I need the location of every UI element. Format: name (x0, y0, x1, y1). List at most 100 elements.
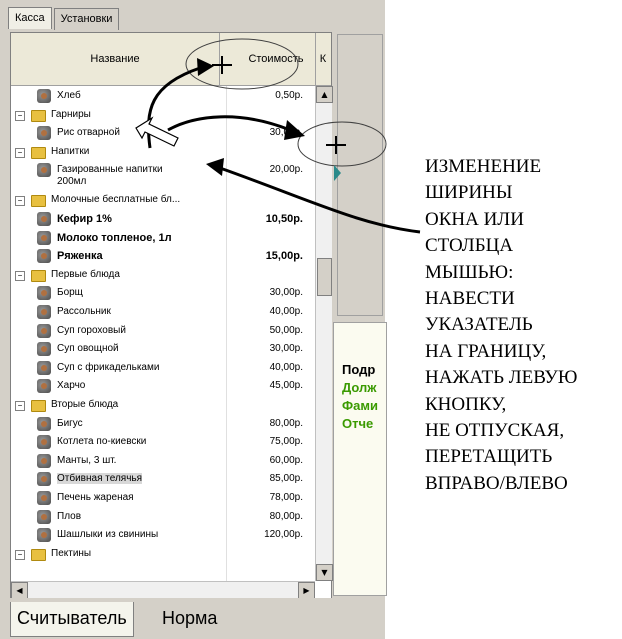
item-label: Шашлыки из свинины (57, 529, 159, 541)
folder-icon (31, 269, 46, 282)
tree-item-row[interactable]: Рис отварной 30,00р. (11, 125, 315, 144)
dish-icon (37, 379, 51, 394)
tab-kassa[interactable]: Касса (8, 7, 52, 29)
collapse-toggle-icon[interactable]: − (15, 110, 25, 121)
top-tabs: Касса Установки (8, 7, 121, 30)
note-line: ОКНА ИЛИ (425, 208, 524, 230)
tab-norm[interactable]: Норма (156, 602, 223, 636)
grid-header: Название Стоимость К (11, 33, 331, 86)
dish-icon (37, 212, 51, 226)
note-line: НЕ ОТПУСКАЯ, (425, 420, 565, 442)
item-label-second-line: 200мл (57, 176, 87, 188)
tree-item-row[interactable]: Манты, 3 шт. 60,00р. (11, 453, 315, 472)
column-header-third[interactable]: К (315, 33, 331, 85)
group-label: Первые блюда (51, 268, 120, 280)
menu-grid-panel: Название Стоимость К Хлеб 0,50р. − Гарниры Р… (10, 32, 333, 599)
tree-item-row[interactable]: Суп овощной 30,00р. (11, 341, 315, 360)
dish-icon (37, 453, 51, 468)
dish-icon (37, 416, 51, 431)
item-price: 120,00р. (264, 529, 303, 541)
column-separator[interactable] (226, 86, 227, 581)
item-label: Печень жареная (57, 492, 134, 503)
tree-item-row[interactable]: Кефир 1% 10,50р. (11, 211, 315, 230)
horizontal-scrollbar[interactable]: ◀ ▶ (11, 581, 315, 599)
item-label: Рассольник (57, 306, 111, 317)
item-price: 30,00р. (269, 343, 303, 355)
dish-icon (37, 360, 51, 375)
right-panel: Подр Долж Фами Отче (333, 32, 387, 597)
item-label: Молоко топленое, 1л (57, 231, 172, 244)
dish-icon (37, 491, 51, 505)
item-price: 30,00р. (269, 127, 303, 139)
note-line: ИЗМЕНЕНИЕ (425, 156, 542, 177)
item-label: Суп овощной (57, 343, 119, 355)
tree-group-row[interactable]: − Напитки (11, 144, 315, 163)
note-line: НА ГРАНИЦУ, (425, 340, 547, 362)
scroll-right-button[interactable]: ▶ (298, 582, 315, 599)
item-label: Котлета по-киевски (57, 436, 147, 448)
tree-item-row[interactable]: Шашлыки из свинины 120,00р. (11, 527, 315, 546)
note-line: ШИРИНЫ (425, 182, 513, 204)
item-label: Кефир 1% (57, 213, 112, 225)
tree-item-row[interactable]: Газированные напитки 200мл 20,00р. (11, 162, 315, 192)
item-label: Отбивная телячья (57, 473, 143, 485)
instruction-note: ИЗМЕНЕНИЕ ШИРИНЫ ОКНА ИЛИ СТОЛБЦА МЫШЬЮ:… (425, 154, 622, 497)
tree-group-row[interactable]: − Молочные бесплатные бл... (11, 192, 315, 211)
tree-item-row[interactable]: Ряженка 15,00р. (11, 248, 315, 267)
dish-icon (37, 249, 51, 264)
tree-group-row[interactable]: − Первые блюда (11, 267, 315, 286)
dish-icon (37, 342, 51, 357)
column-header-name[interactable]: Название (11, 33, 220, 85)
item-price: 75,00р. (269, 436, 303, 448)
item-label: Хлеб (57, 90, 81, 101)
note-line: МЫШЬЮ: (425, 261, 514, 283)
menu-tree: Хлеб 0,50р. − Гарниры Рис отварной 30,00р. − На… (11, 86, 315, 581)
tree-item-row[interactable]: Плов 80,00р. (11, 509, 315, 528)
tree-item-row[interactable]: Молоко топленое, 1л (11, 230, 315, 249)
scroll-left-button[interactable]: ◀ (11, 582, 28, 599)
tree-item-row[interactable]: Суп с фрикадельками 40,00р. (11, 360, 315, 379)
tree-item-row[interactable]: Хлеб 0,50р. (11, 88, 315, 107)
item-price: 0,50р. (275, 90, 303, 101)
tree-item-row[interactable]: Бигус 80,00р. (11, 416, 315, 435)
tree-item-row[interactable]: Рассольник 40,00р. (11, 304, 315, 323)
tree-item-row[interactable]: Котлета по-киевски 75,00р. (11, 434, 315, 453)
collapse-toggle-icon[interactable]: − (15, 196, 25, 207)
note-line: СТОЛБЦА (425, 235, 514, 257)
tree-item-row[interactable]: Харчо 45,00р. (11, 378, 315, 397)
collapse-toggle-icon[interactable]: − (15, 147, 25, 158)
tree-group-row[interactable]: − Пектины (11, 546, 315, 565)
tree-item-row[interactable]: Отбивная телячья 85,00р. (11, 471, 315, 490)
note-line: УКАЗАТЕЛЬ (425, 314, 533, 336)
item-label: Борщ (57, 287, 83, 299)
collapse-toggle-icon[interactable]: − (15, 549, 25, 560)
item-label: Ряженка (57, 250, 103, 263)
folder-icon (31, 400, 46, 412)
dish-icon (37, 230, 51, 245)
dish-icon (37, 126, 51, 141)
item-label: Бигус (57, 417, 83, 429)
item-price: 50,00р. (269, 324, 303, 336)
dish-icon (37, 305, 51, 319)
folder-icon (31, 109, 46, 122)
dish-icon (37, 89, 51, 103)
item-label: Плов (57, 510, 82, 522)
note-line: ПЕРЕТАЩИТЬ (425, 446, 553, 468)
collapse-toggle-icon[interactable]: − (15, 401, 25, 411)
scroll-down-button[interactable]: ▼ (316, 564, 333, 581)
tab-settings[interactable]: Установки (53, 8, 120, 30)
collapse-toggle-icon[interactable]: − (15, 270, 25, 281)
tree-item-row[interactable]: Печень жареная 78,00р. (11, 490, 315, 509)
item-price: 78,00р. (269, 492, 303, 503)
item-price: 80,00р. (269, 417, 303, 429)
tree-group-row[interactable]: − Гарниры (11, 107, 315, 126)
scroll-up-button[interactable]: ▲ (316, 86, 333, 103)
column-header-price[interactable]: Стоимость (219, 33, 316, 85)
scroll-thumb[interactable] (317, 258, 332, 296)
vertical-scrollbar[interactable]: ▲ ▼ (315, 86, 333, 581)
tree-item-row[interactable]: Борщ 30,00р. (11, 285, 315, 304)
tab-reader[interactable]: Считыватель (10, 602, 134, 637)
info-box: Подр Долж Фами Отче (333, 322, 387, 596)
tree-item-row[interactable]: Суп гороховый 50,00р. (11, 323, 315, 342)
tree-group-row[interactable]: − Вторые блюда (11, 397, 315, 416)
